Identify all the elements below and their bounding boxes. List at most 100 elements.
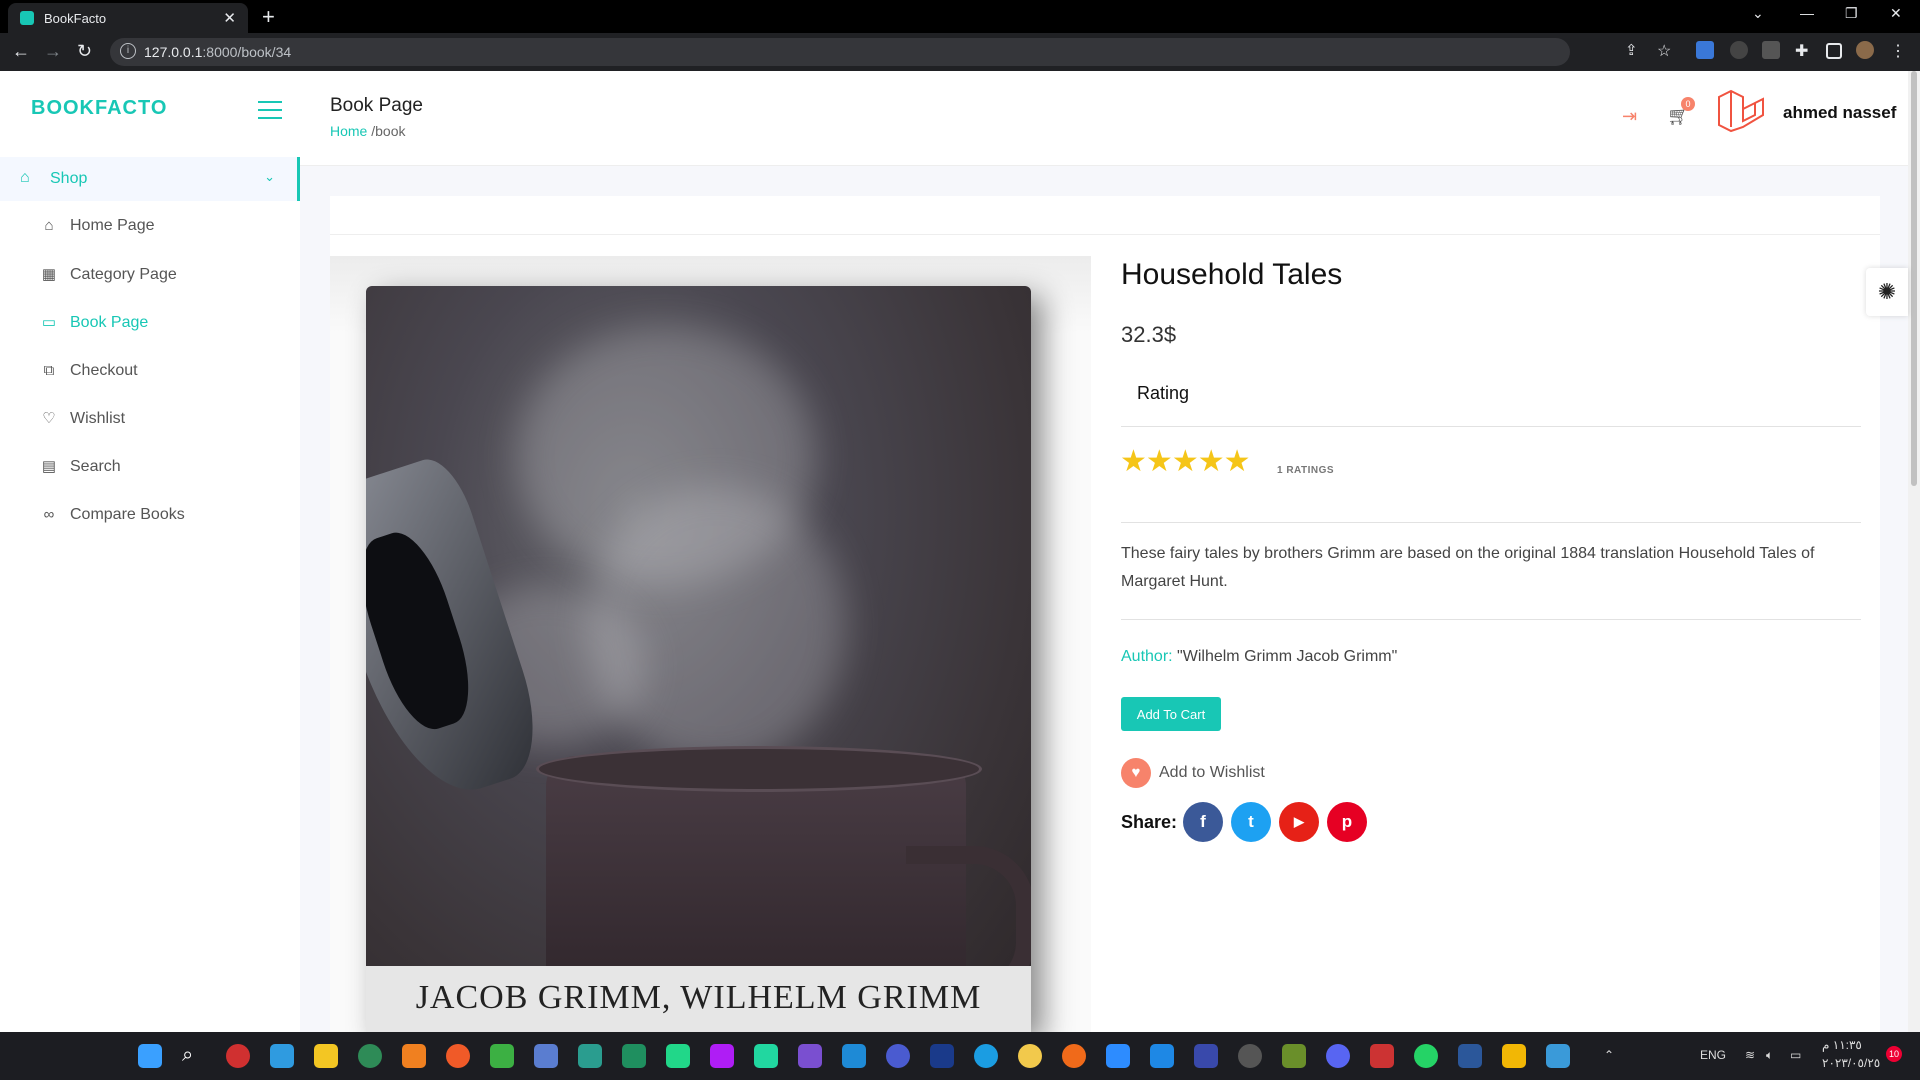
- page-header: Book Page Home /book ⇥ 🛒︎ 0 ahmed nassef: [300, 71, 1908, 166]
- browser-tab[interactable]: BookFacto ✕: [8, 3, 248, 33]
- sidebar-item-search[interactable]: ▤ Search: [40, 458, 121, 488]
- tab-close-icon[interactable]: ✕: [223, 9, 236, 27]
- minimize-icon[interactable]: —: [1800, 5, 1814, 21]
- add-to-cart-button[interactable]: Add To Cart: [1121, 697, 1221, 731]
- app-icon[interactable]: [1238, 1044, 1262, 1068]
- app-icon[interactable]: [314, 1044, 338, 1068]
- puzzle-icon[interactable]: ✚: [1795, 41, 1813, 60]
- book-price: 32.3$: [1121, 322, 1177, 347]
- star-rating[interactable]: ★★★★★: [1120, 444, 1251, 479]
- word-icon[interactable]: [1458, 1044, 1482, 1068]
- zoom-icon[interactable]: [1106, 1044, 1130, 1068]
- new-tab-button[interactable]: +: [262, 4, 275, 30]
- app-icon[interactable]: [798, 1044, 822, 1068]
- whatsapp-icon[interactable]: [1414, 1044, 1438, 1068]
- window-close-icon[interactable]: ✕: [1890, 5, 1902, 22]
- app-icon[interactable]: [270, 1044, 294, 1068]
- app-icon[interactable]: [226, 1044, 250, 1068]
- book-cover-image: JACOB GRIMM, WILHELM GRIMM: [366, 286, 1031, 1032]
- sidebar-item-category-page[interactable]: ▦ Category Page: [40, 266, 177, 296]
- laravel-logo-avatar[interactable]: [1715, 87, 1767, 135]
- sidebar-item-home-page[interactable]: ⌂ Home Page: [40, 217, 155, 247]
- star-icon[interactable]: ★: [1224, 445, 1251, 478]
- app-icon[interactable]: [1150, 1044, 1174, 1068]
- extension-icon[interactable]: [1696, 41, 1714, 59]
- settings-spinner-icon[interactable]: ✺: [1866, 268, 1908, 316]
- battery-icon[interactable]: ▭: [1790, 1048, 1801, 1062]
- app-icon[interactable]: [1282, 1044, 1306, 1068]
- app-icon[interactable]: [534, 1044, 558, 1068]
- compare-icon: ∞: [43, 506, 55, 523]
- bookmark-star-icon[interactable]: ☆: [1657, 41, 1671, 61]
- page-scrollbar[interactable]: [1908, 71, 1920, 1032]
- sidebar-item-label: Home Page: [70, 217, 155, 235]
- volume-icon[interactable]: 🔈︎: [1766, 1048, 1773, 1063]
- reload-icon[interactable]: ↻: [77, 41, 92, 62]
- app-icon[interactable]: [1370, 1044, 1394, 1068]
- app-icon[interactable]: [842, 1044, 866, 1068]
- url-field[interactable]: i 127.0.0.1:8000/book/34: [110, 38, 1570, 66]
- clock-date[interactable]: ٢٠٢٣/٠٥/٢٥: [1822, 1056, 1880, 1070]
- app-icon[interactable]: [710, 1044, 734, 1068]
- app-icon[interactable]: [1194, 1044, 1218, 1068]
- app-icon[interactable]: [402, 1044, 426, 1068]
- chrome-menu-icon[interactable]: ⋮: [1890, 41, 1908, 60]
- youtube-share-icon[interactable]: ▶: [1279, 802, 1319, 842]
- windows-taskbar: ⌕ ⌃ ENG ≋ 🔈︎ ▭ ١١:٣٥ م ٢٠٢٣/٠٥/٢٥ 10: [0, 1032, 1920, 1080]
- logout-icon[interactable]: ⇥: [1622, 106, 1637, 127]
- folder-icon[interactable]: [1502, 1044, 1526, 1068]
- app-icon[interactable]: [886, 1044, 910, 1068]
- book-icon: ▭: [41, 314, 57, 331]
- app-icon[interactable]: [622, 1044, 646, 1068]
- add-to-wishlist-link[interactable]: ♥ Add to Wishlist: [1121, 758, 1265, 788]
- breadcrumb-home-link[interactable]: Home: [330, 123, 367, 139]
- forward-icon[interactable]: →: [44, 41, 62, 62]
- sidebar-item-checkout[interactable]: ⧉ Checkout: [40, 362, 138, 392]
- star-icon[interactable]: ★: [1172, 445, 1199, 478]
- sidebar: BOOKFACTO ⌂ Shop ⌄ ⌂ Home Page ▦ Category …: [0, 71, 300, 1032]
- extension-icon[interactable]: [1730, 41, 1748, 59]
- app-icon[interactable]: [930, 1044, 954, 1068]
- app-logo[interactable]: BOOKFACTO: [31, 97, 167, 120]
- facebook-share-icon[interactable]: f: [1183, 802, 1223, 842]
- user-name[interactable]: ahmed nassef: [1783, 103, 1896, 123]
- search-icon[interactable]: ⌕: [182, 1044, 206, 1068]
- site-info-icon[interactable]: i: [120, 43, 136, 59]
- star-icon[interactable]: ★: [1120, 445, 1147, 478]
- pinterest-share-icon[interactable]: p: [1327, 802, 1367, 842]
- tray-chevron-icon[interactable]: ⌃: [1604, 1048, 1614, 1062]
- sidebar-item-book-page[interactable]: ▭ Book Page: [40, 314, 148, 344]
- chevron-down-icon: ⌄: [264, 169, 275, 184]
- clock-time[interactable]: ١١:٣٥ م: [1822, 1038, 1862, 1052]
- hamburger-menu-icon[interactable]: [258, 101, 282, 121]
- start-icon[interactable]: [138, 1044, 162, 1068]
- app-icon[interactable]: [490, 1044, 514, 1068]
- notepad-icon[interactable]: [1546, 1044, 1570, 1068]
- edge-icon[interactable]: [974, 1044, 998, 1068]
- app-icon[interactable]: [754, 1044, 778, 1068]
- app-icon[interactable]: [446, 1044, 470, 1068]
- back-icon[interactable]: ←: [12, 41, 30, 62]
- discord-icon[interactable]: [1326, 1044, 1350, 1068]
- chrome-icon[interactable]: [1018, 1044, 1042, 1068]
- profile-avatar[interactable]: [1856, 41, 1874, 59]
- app-icon[interactable]: [666, 1044, 690, 1068]
- sidebar-section-shop[interactable]: ⌂ Shop ⌄: [0, 157, 300, 201]
- side-panel-icon[interactable]: [1826, 43, 1842, 59]
- app-icon[interactable]: [1062, 1044, 1086, 1068]
- tab-search-icon[interactable]: ⌄: [1752, 5, 1764, 22]
- app-icon[interactable]: [578, 1044, 602, 1068]
- app-icon[interactable]: [358, 1044, 382, 1068]
- sidebar-item-compare-books[interactable]: ∞ Compare Books: [40, 506, 185, 536]
- cover-author-text: JACOB GRIMM, WILHELM GRIMM: [415, 979, 982, 1016]
- twitter-share-icon[interactable]: t: [1231, 802, 1271, 842]
- sidebar-item-wishlist[interactable]: ♡ Wishlist: [40, 410, 125, 440]
- notification-badge[interactable]: 10: [1886, 1046, 1902, 1062]
- star-icon[interactable]: ★: [1198, 445, 1225, 478]
- share-page-icon[interactable]: ⇪: [1625, 41, 1638, 59]
- star-icon[interactable]: ★: [1146, 445, 1173, 478]
- extension-icon[interactable]: [1762, 41, 1780, 59]
- wifi-icon[interactable]: ≋: [1745, 1048, 1755, 1062]
- restore-icon[interactable]: ❐: [1845, 5, 1858, 22]
- language-indicator[interactable]: ENG: [1700, 1048, 1726, 1062]
